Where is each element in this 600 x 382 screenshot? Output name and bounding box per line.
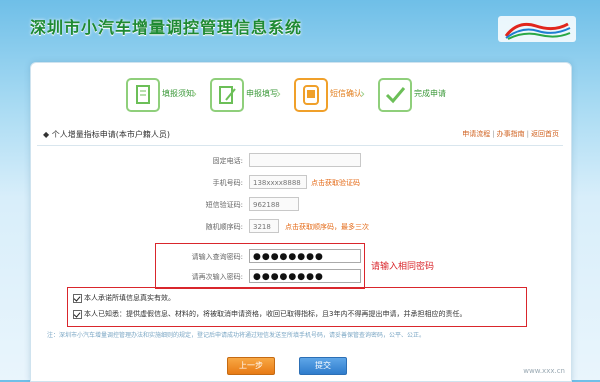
step-label: 填报须知 [162,89,194,98]
agree-penalty-checkbox[interactable]: 本人已知悉：提供虚假信息、材料的，将被取消申请资格，收回已取得指标，且3年内不得… [73,309,466,319]
edit-icon [210,78,244,112]
password-highlight-box [155,243,365,289]
mobile-label: 手机号码: [212,179,243,187]
arrow-icon: › [276,87,282,102]
separator: | [526,130,529,138]
checkbox-icon[interactable] [73,293,82,303]
document-icon [126,78,160,112]
random-code-input[interactable]: 3218 [249,219,279,233]
progress-steps: 填报须知 › 申报填写 › 短信确认 › 完成申请 [126,78,486,114]
phone-label: 固定电话: [212,157,243,165]
system-title: 深圳市小汽车增量调控管理信息系统 [30,18,303,37]
section-header: ◆ 个人增量指标申请(本市户籍人员) 申请流程 | 办事指南 | 返回首页 [37,125,563,146]
link-home[interactable]: 返回首页 [531,130,559,138]
page-header: 深圳市小汽车增量调控管理信息系统 [0,0,600,52]
get-random-code-link[interactable]: 点击获取顺序码，最多三次 [285,222,369,232]
checkmark-icon [378,78,412,112]
separator: | [492,130,495,138]
arrow-icon: › [192,87,198,102]
arrow-icon: › [360,87,366,102]
step-label: 申报填写 [246,89,278,98]
get-sms-code-link[interactable]: 点击获取验证码 [311,178,360,188]
prev-step-button[interactable]: 上一步 [227,357,275,375]
link-guide[interactable]: 办事指南 [497,130,525,138]
random-label: 随机顺序码: [205,223,243,231]
row-random-code: 随机顺序码: 3218 点击获取顺序码，最多三次 [31,219,571,237]
annotation-note: 请输入相同密码 [371,262,435,272]
link-apply-process[interactable]: 申请流程 [462,130,490,138]
sms-code-input[interactable]: 962188 [249,197,299,211]
step-label: 完成申请 [414,89,446,98]
section-title: ◆ 个人增量指标申请(本市户籍人员) [43,130,170,139]
row-sms-code: 短信验证码: 962188 [31,197,571,215]
agree-penalty-label: 本人已知悉：提供虚假信息、材料的，将被取消申请资格，收回已取得指标，且3年内不得… [84,310,467,318]
checkbox-icon[interactable] [73,309,82,319]
step-label: 短信确认 [330,89,362,98]
mobile-input[interactable]: 138xxxx8888 [249,175,307,189]
row-mobile: 手机号码: 138xxxx8888 点击获取验证码 [31,175,571,193]
row-phone: 固定电话: [31,153,571,171]
phone-input[interactable] [249,153,361,167]
section-title-text: 个人增量指标申请(本市户籍人员) [51,130,170,139]
agree-truth-label: 本人承诺所填信息真实有效。 [84,294,175,302]
submit-button[interactable]: 提交 [299,357,347,375]
sms-label: 短信验证码: [205,201,243,209]
shenzhen-logo [498,16,576,42]
section-links: 申请流程 | 办事指南 | 返回首页 [462,129,559,139]
phone-icon [294,78,328,112]
watermark: www.xxx.cn [523,367,565,375]
agree-truth-checkbox[interactable]: 本人承诺所填信息真实有效。 [73,293,175,303]
application-panel: 填报须知 › 申报填写 › 短信确认 › 完成申请 ◆ 个人增量指标申请(本市户… [30,62,572,382]
notice-text: 注：深圳市小汽车增量调控管理办法和实施细则的规定，登记后申请成功将通过短信发送至… [47,332,426,339]
